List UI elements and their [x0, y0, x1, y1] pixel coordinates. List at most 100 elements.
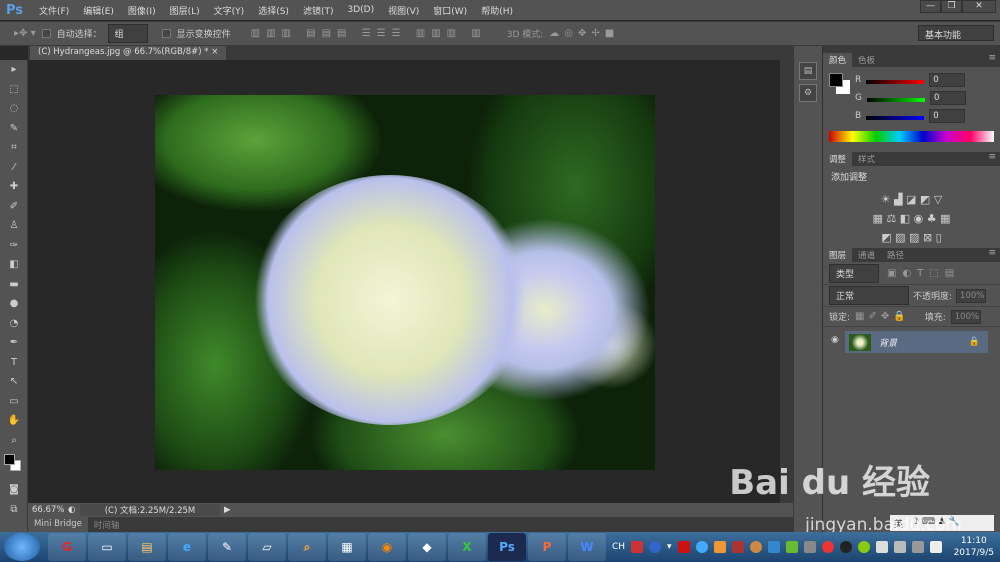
3d-tools-icons[interactable]: ☁◎✥✢■	[549, 28, 619, 39]
adjustment-icons-row2[interactable]: ▦ ⚖ ◧ ◉ ♣ ▦	[823, 212, 1000, 225]
panel-menu-icon[interactable]: ≡	[988, 53, 1000, 67]
lasso-tool-icon[interactable]: ◌	[0, 99, 28, 119]
zoom-tool-icon[interactable]: ⌕	[0, 431, 28, 451]
panel-menu-icon[interactable]: ≡	[988, 248, 1000, 262]
color-swatches[interactable]	[0, 450, 28, 480]
foreground-color[interactable]	[829, 73, 843, 87]
opacity-input[interactable]: 100%	[956, 288, 987, 303]
type-tool-icon[interactable]: T	[0, 353, 28, 373]
workspace-dropdown[interactable]: 基本功能	[918, 25, 994, 41]
stamp-tool-icon[interactable]: ♙	[0, 216, 28, 236]
move-tool-icon[interactable]: ▸✥ ▾	[14, 28, 36, 39]
tray-icon[interactable]	[631, 541, 644, 553]
menu-file[interactable]: 文件(F)	[32, 4, 76, 17]
blue-value-input[interactable]: 0	[929, 109, 966, 123]
fill-input[interactable]: 100%	[950, 309, 981, 324]
volume-icon[interactable]	[929, 541, 942, 553]
eraser-tool-icon[interactable]: ◧	[0, 255, 28, 275]
layer-row[interactable]: 背景 🔒	[845, 331, 988, 353]
menu-3d[interactable]: 3D(D)	[340, 5, 381, 15]
screen-mode-icon[interactable]: ⧉	[0, 500, 28, 520]
close-tab-icon[interactable]: ×	[211, 47, 218, 57]
layer-filter-icons[interactable]: ▣◐T⬚▤	[887, 268, 960, 279]
history-brush-icon[interactable]: ✑	[0, 236, 28, 256]
tab-channels[interactable]: 通道	[852, 248, 881, 262]
eye-icon[interactable]: ◉	[831, 335, 839, 345]
menu-type[interactable]: 文字(Y)	[207, 4, 252, 17]
menu-window[interactable]: 窗口(W)	[426, 4, 474, 17]
flag-icon[interactable]	[875, 541, 888, 553]
menu-edit[interactable]: 编辑(E)	[76, 4, 121, 17]
shield-icon[interactable]	[785, 541, 798, 553]
dodge-tool-icon[interactable]: ◔	[0, 314, 28, 334]
menu-view[interactable]: 视图(V)	[381, 4, 426, 17]
foreground-color-swatch[interactable]	[4, 454, 15, 465]
gradient-tool-icon[interactable]: ▬	[0, 275, 28, 295]
crop-tool-icon[interactable]: ⌗	[0, 138, 28, 158]
hydrangea-image[interactable]	[155, 95, 655, 470]
path-select-icon[interactable]: ↖	[0, 372, 28, 392]
tray-icon[interactable]	[821, 541, 834, 553]
tray-icon[interactable]	[803, 541, 816, 553]
menu-layer[interactable]: 图层(L)	[163, 4, 207, 17]
lock-icons[interactable]: ▦✐✥🔒	[855, 311, 910, 322]
adjustment-icons-row1[interactable]: ☀ ▟ ◪ ◩ ▽	[823, 193, 1000, 206]
adjustment-icons-row3[interactable]: ◩ ▨ ▨ ⊠ ▯	[823, 231, 1000, 244]
green-slider[interactable]	[866, 97, 925, 102]
tray-icon[interactable]	[713, 541, 726, 553]
menu-image[interactable]: 图像(I)	[121, 4, 163, 17]
taskbar-app-firefox[interactable]: ◉	[368, 533, 406, 561]
panel-menu-icon[interactable]: ≡	[988, 152, 1000, 166]
show-transform-checkbox[interactable]	[161, 29, 171, 38]
green-value-input[interactable]: 0	[929, 91, 966, 105]
qq-icon[interactable]	[839, 541, 852, 553]
pen-tool-icon[interactable]: ✒	[0, 333, 28, 353]
quick-mask-icon[interactable]: ◙	[0, 480, 28, 500]
tray-icon[interactable]	[893, 541, 906, 553]
history-panel-icon[interactable]: ▤	[799, 62, 817, 80]
taskbar-app-explorer[interactable]: ▤	[128, 533, 166, 561]
layer-filter-dropdown[interactable]: 类型	[829, 263, 879, 283]
tab-layers[interactable]: 图层	[823, 248, 853, 262]
language-indicator[interactable]: CH	[612, 542, 625, 552]
tray-icon[interactable]	[731, 541, 744, 553]
taskbar-app-excel[interactable]: X	[448, 533, 486, 561]
clock[interactable]: 11:10 2017/9/5	[948, 535, 1000, 559]
align-icons[interactable]: ▥▥▥ ▤▤▤ ☰☰☰ ▥▥▥ ▥	[251, 28, 487, 39]
auto-select-checkbox[interactable]	[41, 29, 51, 38]
tab-mini-bridge[interactable]: Mini Bridge	[28, 517, 88, 532]
marquee-tool-icon[interactable]: ⬚	[0, 80, 28, 100]
status-info-icon[interactable]: ◐	[68, 505, 80, 515]
taskbar-app-capture[interactable]: ▭	[88, 533, 126, 561]
taskbar-app-search[interactable]: ⌕	[288, 533, 326, 561]
eyedropper-tool-icon[interactable]: ⁄	[0, 158, 28, 178]
hand-tool-icon[interactable]: ✋	[0, 411, 28, 431]
menu-select[interactable]: 选择(S)	[251, 4, 296, 17]
taskbar-app-calculator[interactable]: ▦	[328, 533, 366, 561]
tab-timeline[interactable]: 时间轴	[88, 517, 126, 532]
brush-tool-icon[interactable]: ✐	[0, 197, 28, 217]
tray-icon[interactable]	[749, 541, 762, 553]
blend-mode-dropdown[interactable]: 正常	[829, 286, 909, 305]
shape-tool-icon[interactable]: ▭	[0, 392, 28, 412]
properties-panel-icon[interactable]: ⚙	[799, 84, 817, 102]
help-icon[interactable]	[649, 541, 662, 553]
move-tool-icon[interactable]: ▸	[0, 60, 28, 80]
close-button[interactable]: ✕	[962, 0, 996, 13]
taskbar-app-foxit[interactable]: G	[48, 533, 86, 561]
vertical-scrollbar[interactable]	[780, 60, 793, 503]
tray-icon[interactable]	[857, 541, 870, 553]
tab-adjustments[interactable]: 调整	[823, 152, 853, 166]
tab-paths[interactable]: 路径	[881, 248, 910, 262]
tray-icon[interactable]	[695, 541, 708, 553]
restore-button[interactable]: ❐	[941, 0, 962, 13]
taskbar-app-tool[interactable]: ◆	[408, 533, 446, 561]
tab-styles[interactable]: 样式	[852, 152, 881, 166]
tray-icon[interactable]	[677, 541, 690, 553]
taskbar-app-powerpoint[interactable]: P	[528, 533, 566, 561]
taskbar-app-ie[interactable]: e	[168, 533, 206, 561]
minimize-button[interactable]: —	[920, 0, 941, 13]
tray-icon[interactable]	[767, 541, 780, 553]
healing-brush-icon[interactable]: ✚	[0, 177, 28, 197]
menu-filter[interactable]: 滤镜(T)	[296, 4, 341, 17]
